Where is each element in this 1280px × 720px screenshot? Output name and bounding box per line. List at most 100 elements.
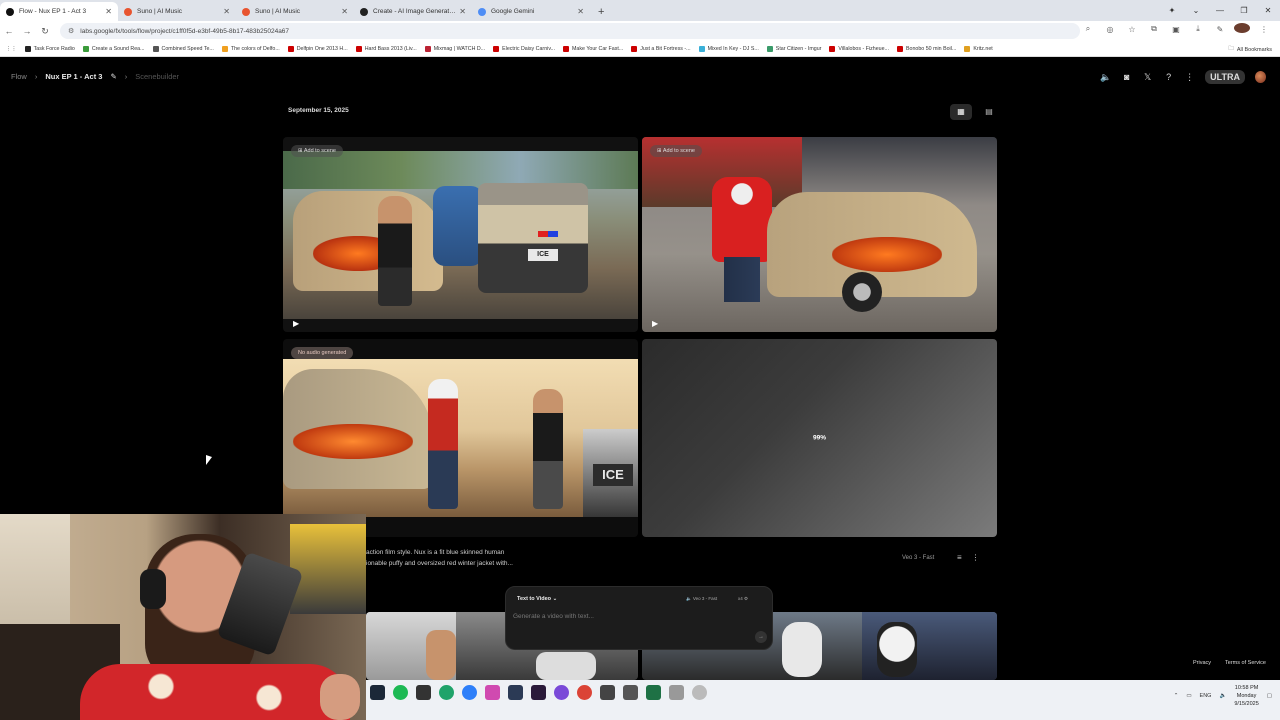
more-vert-icon[interactable]: ⋮: [972, 553, 980, 562]
play-icon[interactable]: ▶: [652, 319, 658, 328]
split-view-icon[interactable]: ▣: [1168, 25, 1184, 34]
back-icon[interactable]: ←: [0, 26, 18, 36]
steam-icon[interactable]: [370, 685, 385, 700]
photos-icon[interactable]: [485, 685, 500, 700]
help-icon[interactable]: ?: [1163, 72, 1174, 82]
bookmark-item[interactable]: Kritz.net: [964, 45, 993, 52]
gemini-sparkle-icon[interactable]: ✦: [1160, 6, 1184, 15]
obs-icon[interactable]: [554, 685, 569, 700]
maximize-icon[interactable]: ❐: [1232, 6, 1256, 15]
output-count[interactable]: x4 ⚙: [738, 596, 748, 602]
send-arrow-icon[interactable]: →: [755, 631, 767, 643]
breadcrumb-section[interactable]: Scenebuilder: [135, 72, 179, 81]
notifications-icon[interactable]: ▢: [1267, 693, 1272, 699]
close-icon[interactable]: ✕: [223, 7, 230, 16]
bookmark-item[interactable]: Delfpin One 2013 H...: [287, 45, 348, 52]
breadcrumb-root[interactable]: Flow: [11, 72, 27, 81]
spotify-icon[interactable]: [393, 685, 408, 700]
add-to-scene-button[interactable]: ⊞ Add to scene: [291, 145, 343, 157]
bookmark-item[interactable]: Hard Bass 2013 (Liv...: [355, 45, 417, 52]
gemini-favicon-icon: [478, 7, 486, 16]
chevron-down-icon[interactable]: ⌄: [1184, 6, 1208, 15]
bookmark-item[interactable]: Mixmag | WATCH D...: [424, 45, 485, 52]
grid-view-icon[interactable]: ▦: [950, 104, 972, 120]
lang-indicator[interactable]: ENG: [1200, 693, 1212, 699]
bookmark-item[interactable]: Task Force Radio: [24, 45, 75, 52]
close-icon[interactable]: ✕: [105, 7, 112, 16]
customize-icon[interactable]: ✎: [1212, 25, 1228, 34]
close-icon[interactable]: ✕: [577, 7, 584, 16]
star-icon[interactable]: ☆: [1124, 25, 1140, 34]
video-card-generating[interactable]: 99%: [642, 339, 997, 537]
speaker-icon[interactable]: 🔈: [1219, 693, 1226, 699]
tray-icon[interactable]: ▭: [1186, 693, 1191, 699]
terminal-icon[interactable]: [508, 685, 523, 700]
close-icon[interactable]: ✕: [459, 7, 466, 16]
bookmark-item[interactable]: Star Citizen - Imgur: [766, 45, 821, 52]
bookmark-item[interactable]: Combined Speed Te...: [152, 45, 214, 52]
profile-avatar[interactable]: [1234, 23, 1250, 35]
minimize-icon[interactable]: —: [1208, 6, 1232, 15]
close-icon[interactable]: ✕: [341, 7, 348, 16]
zoom-icon[interactable]: ⌕: [1080, 24, 1096, 34]
clock[interactable]: 10:58 PM Monday 9/15/2025: [1234, 684, 1258, 708]
video-card[interactable]: ⊞ Add to scene ▶: [642, 137, 997, 332]
volume-icon[interactable]: 🔈: [1100, 72, 1111, 83]
terms-link[interactable]: Terms of Service: [1225, 660, 1266, 666]
edge-icon[interactable]: [439, 685, 454, 700]
settings-icon[interactable]: [692, 685, 707, 700]
video-card[interactable]: ICE No audio generated: [283, 339, 638, 537]
bookmark-item[interactable]: Just a Bit Fortress -...: [631, 45, 691, 52]
menu-icon[interactable]: ⋮: [1256, 25, 1272, 34]
close-window-icon[interactable]: ✕: [1256, 6, 1280, 15]
apps-icon[interactable]: ⋮⋮: [6, 46, 17, 52]
pen-icon[interactable]: [669, 685, 684, 700]
reuse-prompt-icon[interactable]: ≡: [957, 553, 962, 562]
bookmark-item[interactable]: Villalobos - Fizheue...: [829, 45, 889, 52]
bookmark-item[interactable]: Electric Daisy Carniv...: [493, 45, 555, 52]
more-vert-icon[interactable]: ⋮: [1184, 72, 1195, 83]
bookmark-item[interactable]: The colors of Delfo...: [221, 45, 280, 52]
prompt-input[interactable]: Generate a video with text...: [513, 613, 713, 620]
browser-tab[interactable]: Suno | AI Music ✕: [118, 2, 236, 21]
app-icon[interactable]: [623, 685, 638, 700]
excel-icon[interactable]: [646, 685, 661, 700]
all-bookmarks[interactable]: 🗀 All Bookmarks: [1228, 45, 1272, 54]
user-avatar[interactable]: [1255, 71, 1266, 83]
bookmark-item[interactable]: Create a Sound Rea...: [82, 45, 145, 52]
model-selector[interactable]: 🔈 Veo 3 - Fast: [686, 596, 717, 602]
app-icon[interactable]: [600, 685, 615, 700]
extensions-icon[interactable]: ⧉: [1146, 24, 1162, 34]
new-tab-button[interactable]: +: [590, 6, 612, 21]
app-icon[interactable]: [416, 685, 431, 700]
chevron-right-icon: ›: [124, 72, 128, 81]
play-icon[interactable]: ▶: [293, 319, 299, 328]
download-icon[interactable]: ⤓: [1190, 24, 1206, 34]
list-view-icon[interactable]: ▤: [978, 104, 1000, 120]
add-to-scene-button[interactable]: ⊞ Add to scene: [650, 145, 702, 157]
prompt-preview[interactable]: action film style. Nux is a fit blue ski…: [366, 547, 513, 569]
chrome-icon[interactable]: [577, 685, 592, 700]
reload-icon[interactable]: ↻: [36, 26, 54, 37]
premiere-icon[interactable]: [531, 685, 546, 700]
bookmark-item[interactable]: Make Your Car Fast...: [563, 45, 623, 52]
x-logo-icon[interactable]: 𝕏: [1142, 72, 1153, 83]
privacy-link[interactable]: Privacy: [1193, 660, 1211, 666]
bookmark-item[interactable]: Mixed In Key - DJ S...: [698, 45, 759, 52]
discord-icon[interactable]: ◙: [1121, 72, 1132, 82]
video-card[interactable]: ICE ⊞ Add to scene ▶: [283, 137, 638, 332]
browser-tab[interactable]: Flow - Nux EP 1 - Act 3 ✕: [0, 2, 118, 21]
browser-tab[interactable]: Google Gemini ✕: [472, 2, 590, 21]
mode-selector[interactable]: Text to Video ⌄: [517, 596, 557, 602]
forward-icon[interactable]: →: [18, 26, 36, 36]
site-info-icon[interactable]: ⚙: [68, 27, 74, 35]
url-field[interactable]: ⚙ labs.google/fx/tools/flow/project/c1ff…: [60, 23, 1080, 39]
bookmark-item[interactable]: Bonobo 50 min Boil...: [896, 45, 956, 52]
settings-icon: ⚙: [744, 596, 749, 601]
chevron-up-icon[interactable]: ⌃: [1174, 693, 1179, 699]
browser-tab[interactable]: Suno | AI Music ✕: [236, 2, 354, 21]
edit-pencil-icon[interactable]: ✎: [110, 72, 116, 81]
browser-icon[interactable]: [462, 685, 477, 700]
eye-off-icon[interactable]: ◎: [1102, 25, 1118, 34]
browser-tab[interactable]: Create - AI Image Generator | ... ✕: [354, 2, 472, 21]
